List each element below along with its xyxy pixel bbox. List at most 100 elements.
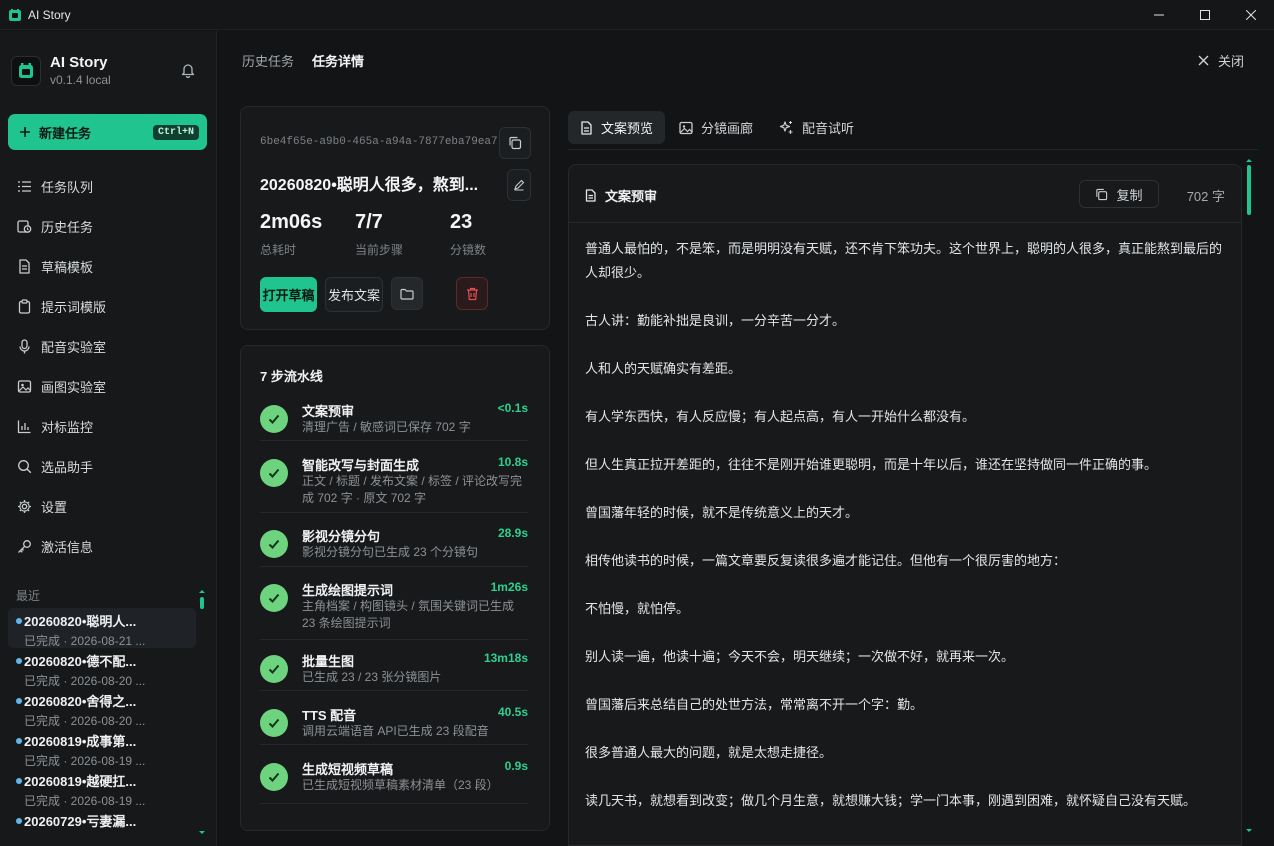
step-description: 已生成短视频草稿素材清单（23 段） (302, 778, 499, 792)
sidebar-item-activation[interactable]: 激活信息 (8, 526, 207, 566)
paragraph: 曾国藩年轻的时候，就不是传统意义上的天才。 (585, 505, 859, 520)
notification-bell-icon[interactable] (180, 62, 196, 78)
tab-label: 文案预览 (601, 121, 654, 136)
sidebar-item-draft-templates[interactable]: 草稿模板 (8, 246, 207, 286)
check-icon (260, 584, 288, 612)
minimize-icon (1154, 14, 1164, 15)
recent-item[interactable]: 20260820•德不配... 已完成 · 2026-08-20 ... (8, 648, 196, 688)
stat-total-duration: 2m06s 总耗时 (260, 211, 322, 258)
sidebar-item-product-assistant[interactable]: 选品助手 (8, 446, 207, 486)
sidebar-item-task-queue[interactable]: 任务队列 (8, 166, 207, 206)
sidebar-item-label: 设置 (41, 499, 68, 515)
step-duration: 13m18s (483, 651, 528, 665)
minimize-button[interactable] (1136, 0, 1182, 30)
open-draft-label: 打开草稿 (262, 288, 315, 303)
close-detail-button[interactable]: 关闭 (1198, 51, 1244, 70)
new-task-button[interactable]: 新建任务 Ctrl+N (8, 114, 207, 150)
tab-copy-preview[interactable]: 文案预览 (568, 111, 666, 144)
close-label: 关闭 (1217, 54, 1244, 69)
step-name: 智能改写与封面生成 (302, 458, 420, 473)
recent-item-title: 20260819•成事第... (24, 734, 137, 749)
sidebar-item-history[interactable]: 历史任务 (8, 206, 207, 246)
close-icon (1198, 55, 1209, 66)
publish-label: 发布文案 (327, 288, 380, 303)
stat-value: 23 (450, 211, 473, 233)
content-header: 历史任务 任务详情 关闭 (218, 31, 1274, 87)
brand: AI Story v0.1.4 local (11, 54, 111, 87)
search-icon (16, 458, 32, 474)
recent-item[interactable]: 20260819•成事第... 已完成 · 2026-08-19 ... (8, 728, 196, 768)
recent-list: 20260820•聪明人... 已完成 · 2026-08-21 ... 2026… (8, 608, 196, 836)
sidebar-item-label: 历史任务 (41, 219, 94, 235)
open-folder-button[interactable] (391, 277, 423, 310)
brand-version: v0.1.4 local (50, 73, 111, 87)
tab-storyboard-gallery[interactable]: 分镜画廊 (667, 111, 765, 144)
edit-title-button[interactable] (507, 169, 531, 201)
step-description: 清理广告 / 敏感词已保存 702 字 (302, 420, 471, 434)
edit-icon (514, 179, 525, 191)
recent-item[interactable]: 20260819•越硬扛... 已完成 · 2026-08-19 ... (8, 768, 196, 808)
preview-title-text: 文案预审 (605, 189, 658, 204)
check-icon (260, 709, 288, 737)
preview-scrollbar[interactable] (1245, 157, 1253, 837)
recent-item-title: 20260819•越硬扛... (24, 774, 137, 789)
sidebar-nav: 任务队列 历史任务 草稿模板 提示词模版 配音实验室 画图实验室 对标监控 选品… (8, 166, 207, 566)
pipeline-step: TTS 配音 40.5s 调用云端语音 API已生成 23 段配音 (260, 705, 528, 745)
sidebar-item-label: 对标监控 (41, 419, 94, 435)
sidebar-scrollbar[interactable] (198, 588, 206, 838)
window-close-button[interactable] (1228, 0, 1274, 30)
breadcrumb-history[interactable]: 历史任务 (242, 51, 294, 70)
key-icon (16, 538, 32, 554)
sidebar-item-benchmark-monitor[interactable]: 对标监控 (8, 406, 207, 446)
status-dot (16, 778, 22, 784)
app-logo-icon (8, 8, 22, 22)
sidebar-item-settings[interactable]: 设置 (8, 486, 207, 526)
sidebar-item-image-lab[interactable]: 画图实验室 (8, 366, 207, 406)
sidebar-item-label: 激活信息 (41, 539, 94, 555)
brand-name: AI Story (50, 54, 108, 71)
sidebar-item-label: 画图实验室 (41, 379, 107, 395)
breadcrumb-task-detail: 任务详情 (312, 54, 365, 69)
status-dot (16, 818, 22, 824)
image-icon (16, 378, 32, 394)
word-count: 702 字 (1186, 189, 1225, 204)
document-icon (580, 120, 593, 135)
pipeline-step: 智能改写与封面生成 10.8s 正文 / 标题 / 发布文案 / 标签 / 评论… (260, 455, 528, 513)
task-id: 6be4f65e-a9b0-465a-a94a-7877eba79ea7 (260, 136, 498, 148)
publish-copy-button[interactable]: 发布文案 (325, 277, 383, 312)
maximize-button[interactable] (1182, 0, 1228, 30)
copy-id-button[interactable] (499, 127, 531, 159)
trash-icon (466, 287, 478, 300)
sparkle-icon (779, 120, 794, 135)
list-icon (16, 178, 32, 194)
stat-label: 当前步骤 (355, 243, 404, 257)
recent-heading: 最近 (16, 589, 41, 603)
step-name: 批量生图 (302, 654, 355, 669)
step-description: 主角档案 / 构图镜头 / 氛围关键词已生成 23 条绘图提示词 (302, 599, 515, 630)
open-draft-button[interactable]: 打开草稿 (260, 277, 317, 312)
sidebar-item-voice-lab[interactable]: 配音实验室 (8, 326, 207, 366)
folder-icon (400, 288, 414, 300)
tab-voice-preview[interactable]: 配音试听 (767, 111, 866, 144)
recent-item-status: 已完成 · 2026-08-20 ... (24, 674, 146, 688)
gear-icon (16, 498, 32, 514)
step-name: TTS 配音 (302, 708, 357, 723)
paragraph: 但人生真正拉开差距的，往往不是刚开始谁更聪明，而是十年以后，谁还在坚持做同一件正… (585, 457, 1158, 472)
stat-value: 2m06s (260, 211, 323, 233)
recent-item-status: 已完成 · 2026-08-20 ... (24, 714, 146, 728)
recent-item[interactable]: 20260820•舍得之... 已完成 · 2026-08-20 ... (8, 688, 196, 728)
delete-task-button[interactable] (456, 277, 488, 310)
recent-item[interactable]: 20260729•亏妻漏... (8, 808, 196, 836)
shortcut-badge: Ctrl+N (152, 124, 199, 140)
sidebar-item-prompt-templates[interactable]: 提示词模版 (8, 286, 207, 326)
recent-item-status: 已完成 · 2026-08-19 ... (24, 754, 146, 768)
copy-text-button[interactable]: 复制 (1079, 180, 1159, 208)
step-description: 影视分镜分句已生成 23 个分镜句 (302, 545, 479, 559)
pipeline-card: 7 步流水线 文案预审 <0.1s 清理广告 / 敏感词已保存 702 字 智能… (240, 345, 550, 831)
preview-header: 文案预审 复制 702 字 (569, 165, 1241, 223)
step-duration: 28.9s (497, 526, 528, 540)
stat-label: 分镜数 (450, 243, 487, 257)
paragraph: 有人学东西快，有人反应慢；有人起点高，有人一开始什么都没有。 (585, 409, 976, 424)
preview-title: 文案预审 (585, 186, 657, 205)
recent-item[interactable]: 20260820•聪明人... 已完成 · 2026-08-21 ... (8, 608, 196, 648)
